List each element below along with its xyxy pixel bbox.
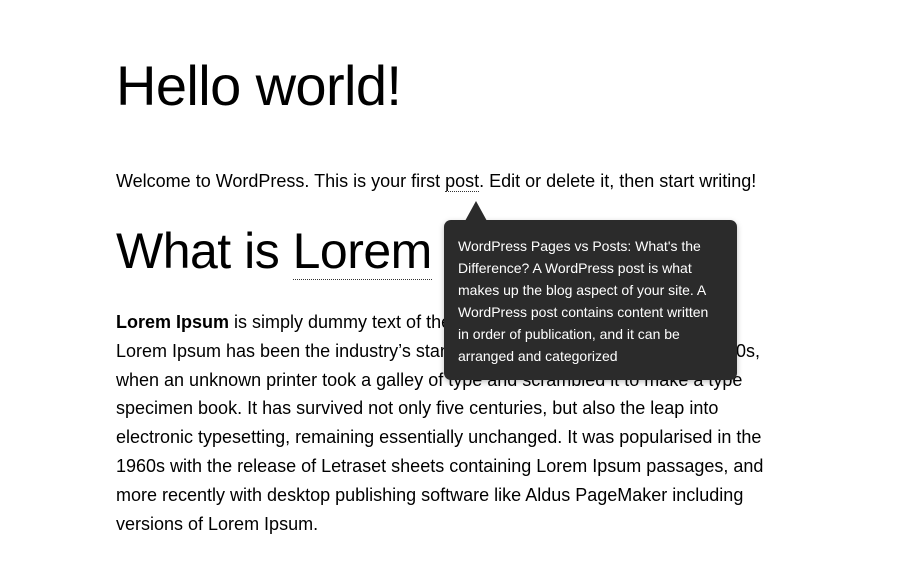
- body-bold-term: Lorem Ipsum: [116, 312, 230, 332]
- glossary-tooltip: WordPress Pages vs Posts: What's the Dif…: [444, 201, 737, 380]
- glossary-term-post[interactable]: post: [445, 171, 480, 192]
- section-heading-text: What is: [116, 223, 293, 279]
- section-heading: What is Lorem: [116, 218, 432, 284]
- tooltip-text: WordPress Pages vs Posts: What's the Dif…: [458, 238, 709, 364]
- glossary-term-lorem[interactable]: Lorem: [292, 223, 432, 280]
- tooltip-arrow: [465, 201, 487, 221]
- post-title: Hello world!: [116, 54, 402, 117]
- intro-text-before: Welcome to WordPress. This is your first: [116, 171, 446, 191]
- intro-text-after: . Edit or delete it, then start writing!: [479, 171, 757, 191]
- intro-paragraph: Welcome to WordPress. This is your first…: [116, 168, 756, 194]
